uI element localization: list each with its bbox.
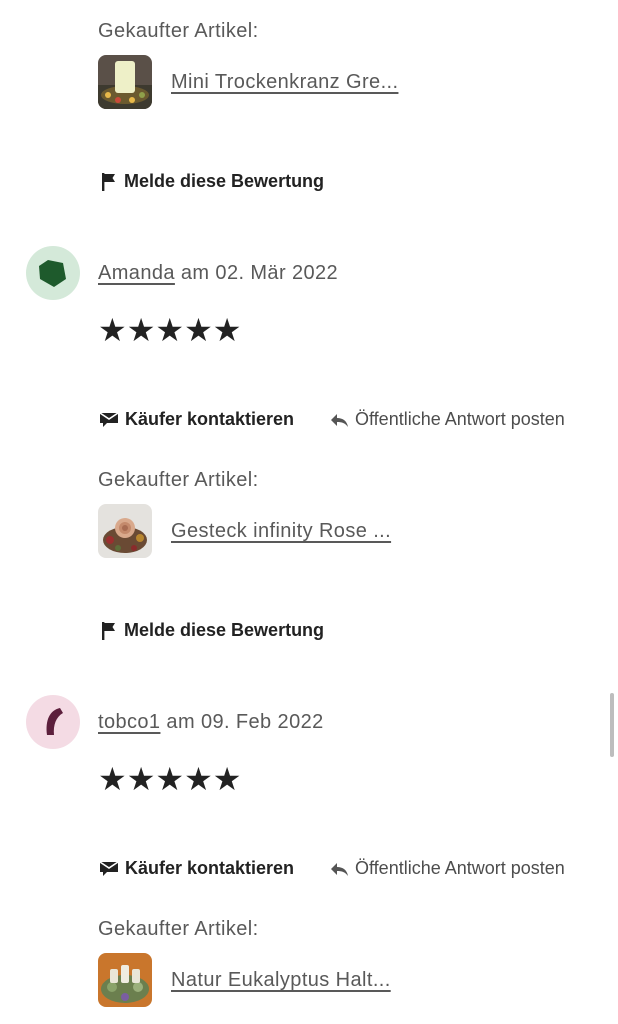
- item-thumbnail-eucalyptus[interactable]: [98, 953, 152, 1007]
- pentagon-avatar-icon: [39, 260, 66, 287]
- public-reply-label: Öffentliche Antwort posten: [355, 409, 565, 429]
- reviewer-name-link[interactable]: tobco1: [98, 711, 160, 733]
- contact-buyer-label: Käufer kontaktieren: [125, 409, 295, 429]
- envelope-icon: [99, 411, 119, 427]
- item-thumbnail-rose[interactable]: [98, 504, 152, 558]
- public-reply-button[interactable]: Öffentliche Antwort posten: [329, 409, 565, 430]
- wreath-candle-image: [98, 55, 152, 109]
- flag-icon: [102, 172, 115, 191]
- scrollbar-thumb[interactable]: [610, 693, 614, 757]
- public-reply-button[interactable]: Öffentliche Antwort posten: [329, 858, 565, 879]
- public-reply-label: Öffentliche Antwort posten: [355, 858, 565, 878]
- review-date: am 02. Mär 2022: [180, 262, 339, 284]
- item-link-eucalyptus[interactable]: Natur Eukalyptus Halt...: [171, 969, 391, 992]
- item-link-wreath[interactable]: Mini Trockenkranz Gre...: [171, 71, 398, 94]
- crescent-avatar-icon: [46, 708, 63, 735]
- item-link-rose[interactable]: Gesteck infinity Rose ...: [171, 520, 391, 543]
- rose-arrangement-image: [98, 504, 152, 558]
- reviewer-line-tobco1: tobco1 am 09. Feb 2022: [98, 711, 324, 734]
- contact-buyer-button[interactable]: Käufer kontaktieren: [99, 858, 294, 879]
- avatar-tobco1[interactable]: [26, 695, 80, 749]
- review-date: am 09. Feb 2022: [166, 711, 324, 733]
- reply-arrow-icon: [331, 862, 348, 876]
- report-review-button[interactable]: Melde diese Bewertung: [100, 171, 324, 192]
- eucalyptus-holder-image: [98, 953, 152, 1007]
- reviewer-name-link[interactable]: Amanda: [98, 262, 175, 284]
- reply-arrow-icon: [331, 413, 348, 427]
- contact-buyer-button[interactable]: Käufer kontaktieren: [99, 409, 294, 430]
- flag-icon: [102, 621, 115, 640]
- star-rating: ★★★★★: [98, 761, 242, 797]
- star-rating: ★★★★★: [98, 312, 242, 348]
- purchased-label: Gekaufter Artikel:: [98, 469, 259, 491]
- item-thumbnail-wreath[interactable]: [98, 55, 152, 109]
- report-review-label: Melde diese Bewertung: [124, 620, 325, 640]
- purchased-label: Gekaufter Artikel:: [98, 20, 259, 42]
- reviewer-line-amanda: Amanda am 02. Mär 2022: [98, 262, 338, 285]
- purchased-label: Gekaufter Artikel:: [98, 918, 259, 940]
- envelope-icon: [99, 860, 119, 876]
- avatar-amanda[interactable]: [26, 246, 80, 300]
- contact-buyer-label: Käufer kontaktieren: [125, 858, 295, 878]
- report-review-label: Melde diese Bewertung: [124, 171, 325, 191]
- report-review-button[interactable]: Melde diese Bewertung: [100, 620, 324, 641]
